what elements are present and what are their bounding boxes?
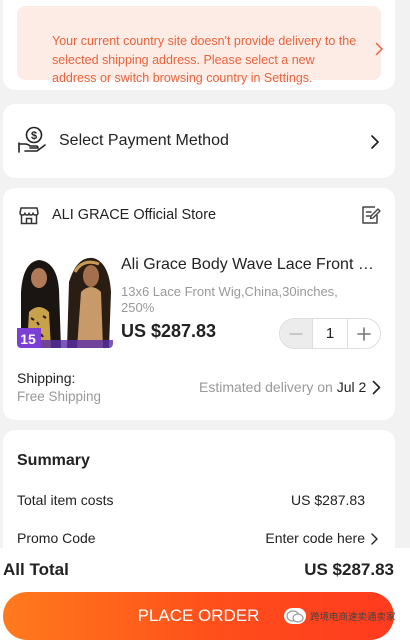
payment-method-row[interactable]: $ Select Payment Method bbox=[3, 104, 395, 178]
checkout-bar: All Total US $287.83 PLACE ORDER 跨境电商速卖通… bbox=[0, 548, 410, 642]
chevron-right-icon bbox=[370, 134, 380, 155]
wechat-icon bbox=[284, 608, 306, 624]
estimated-delivery[interactable]: Estimated delivery on Jul 2 bbox=[199, 379, 366, 395]
svg-text:15: 15 bbox=[20, 331, 36, 347]
all-total-value: US $287.83 bbox=[304, 560, 394, 579]
product-spec[interactable]: 13x6 Lace Front Wig,China,30inches, 250% bbox=[121, 284, 371, 316]
minus-icon bbox=[289, 332, 303, 335]
payment-method-label: Select Payment Method bbox=[59, 132, 229, 149]
watermark: 跨境电商速卖通卖家 bbox=[284, 608, 396, 624]
product-image[interactable]: 15 15 bbox=[17, 252, 113, 348]
hand-coin-icon: $ bbox=[17, 126, 47, 159]
watermark-text: 跨境电商速卖通卖家 bbox=[310, 612, 396, 623]
quantity-stepper: 1 bbox=[279, 318, 381, 349]
total-item-costs-label: Total item costs bbox=[17, 492, 114, 508]
edit-note-icon[interactable] bbox=[360, 204, 382, 231]
decrease-quantity-button[interactable] bbox=[280, 319, 312, 348]
delivery-warning-banner[interactable]: Your current country site doesn't provid… bbox=[17, 6, 384, 85]
estimated-delivery-prefix: Estimated delivery on bbox=[199, 379, 337, 395]
promo-code-label: Promo Code bbox=[17, 530, 96, 546]
product-price: US $287.83 bbox=[121, 321, 217, 341]
chevron-right-icon[interactable] bbox=[372, 380, 381, 400]
summary-title: Summary bbox=[17, 452, 90, 469]
promo-code-entry[interactable]: Enter code here bbox=[265, 530, 365, 546]
chevron-right-icon bbox=[375, 42, 384, 61]
total-item-costs-value: US $287.83 bbox=[291, 492, 365, 508]
quantity-value[interactable]: 1 bbox=[312, 319, 348, 348]
all-total-label: All Total bbox=[3, 560, 69, 579]
product-title[interactable]: Ali Grace Body Wave Lace Front Wig... bbox=[121, 256, 383, 274]
delivery-warning-text: Your current country site doesn't provid… bbox=[52, 34, 357, 85]
increase-quantity-button[interactable] bbox=[348, 319, 380, 348]
place-order-label: PLACE ORDER bbox=[137, 606, 260, 625]
svg-text:$: $ bbox=[31, 130, 37, 142]
estimated-delivery-date: Jul 2 bbox=[336, 379, 367, 395]
store-name[interactable]: ALI GRACE Official Store bbox=[52, 207, 216, 223]
delivery-warning-card: Your current country site doesn't provid… bbox=[3, 0, 395, 90]
store-order-card: ALI GRACE Official Store 15 15 Ali bbox=[3, 188, 395, 420]
plus-icon bbox=[357, 326, 371, 341]
shipping-label: Shipping: bbox=[17, 370, 76, 386]
shipping-method: Free Shipping bbox=[17, 389, 102, 404]
store-icon bbox=[19, 206, 39, 230]
